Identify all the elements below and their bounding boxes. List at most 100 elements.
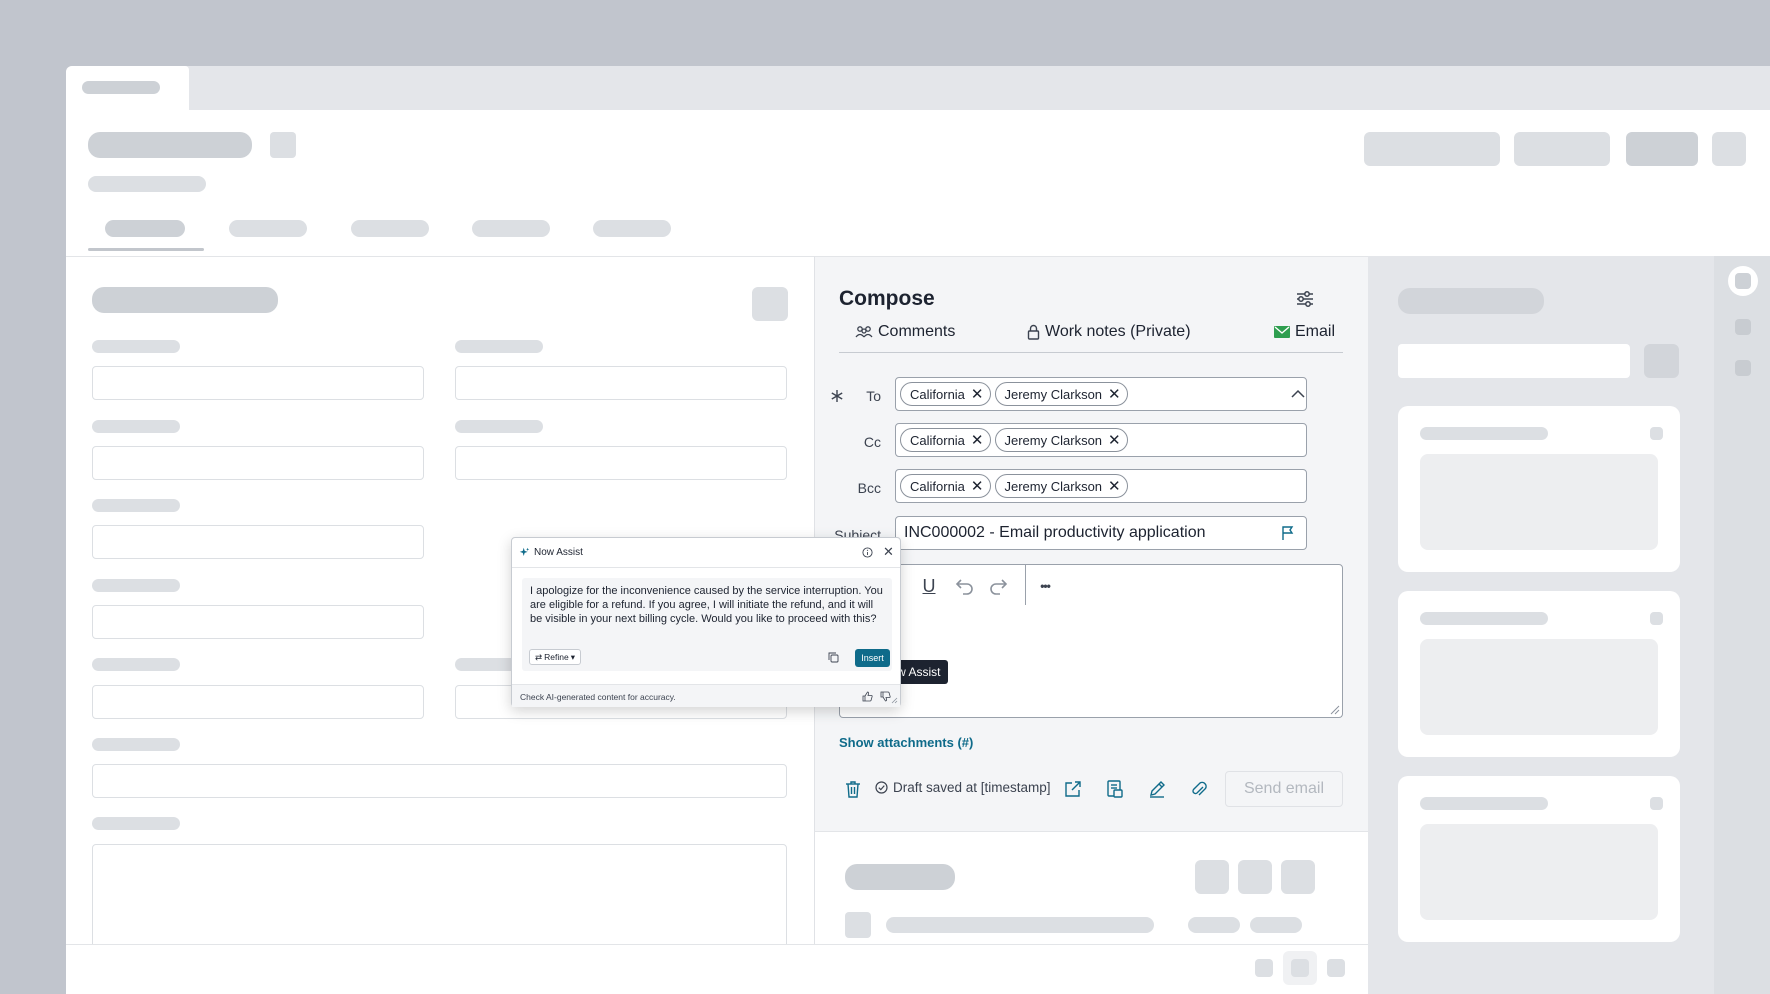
trash-icon[interactable]: [843, 779, 863, 799]
card-icon-placeholder: [1650, 612, 1663, 625]
refine-arrows-icon: ⇄: [535, 651, 543, 662]
rail-icon-placeholder[interactable]: [1735, 360, 1751, 376]
remove-chip-icon[interactable]: ✕: [971, 387, 984, 402]
rail-button-active[interactable]: [1728, 266, 1758, 296]
now-assist-header: Now Assist ✕: [512, 538, 900, 568]
remove-chip-icon[interactable]: ✕: [1108, 433, 1121, 448]
lock-icon: [1027, 324, 1040, 340]
active-tab-indicator: [88, 248, 204, 251]
tab-work-notes[interactable]: Work notes (Private): [1027, 323, 1191, 341]
record-title-placeholder: [88, 132, 252, 158]
footer-control-placeholder[interactable]: [1327, 959, 1345, 977]
app-frame: Compose Comments Work notes (Private) Em…: [66, 66, 1770, 994]
close-icon[interactable]: ✕: [883, 545, 894, 558]
record-tab-placeholder[interactable]: [351, 220, 429, 237]
tab-comments[interactable]: Comments: [855, 323, 955, 341]
info-icon[interactable]: [862, 547, 873, 558]
form-input-placeholder[interactable]: [92, 446, 424, 480]
draft-status-text: Draft saved at [timestamp]: [893, 780, 1051, 795]
now-assist-popup: Now Assist ✕ I apologize for the inconve…: [511, 537, 901, 707]
form-section-action-placeholder[interactable]: [752, 287, 788, 321]
record-tab-placeholder[interactable]: [593, 220, 671, 237]
sidebar-action-placeholder[interactable]: [1644, 344, 1679, 378]
flag-icon[interactable]: [1280, 525, 1296, 541]
form-input-placeholder[interactable]: [92, 366, 424, 400]
header-primary-button[interactable]: [1626, 132, 1698, 166]
compose-title: Compose: [839, 287, 935, 310]
rail-icon-placeholder: [1735, 273, 1751, 289]
template-icon[interactable]: [1105, 779, 1125, 799]
subject-input[interactable]: INC000002 - Email productivity applicati…: [895, 516, 1307, 550]
now-assist-suggestion: I apologize for the inconvenience caused…: [530, 585, 883, 625]
activity-meta-placeholder: [1188, 917, 1240, 933]
cc-chip-california[interactable]: California ✕: [900, 428, 991, 452]
form-textarea-placeholder[interactable]: [92, 844, 787, 954]
remove-chip-icon[interactable]: ✕: [1108, 479, 1121, 494]
activity-action-placeholder[interactable]: [1238, 860, 1272, 894]
remove-chip-icon[interactable]: ✕: [971, 479, 984, 494]
card-icon-placeholder: [1650, 797, 1663, 810]
tab-email[interactable]: Email: [1274, 323, 1335, 341]
form-input-placeholder[interactable]: [92, 685, 424, 719]
undo-icon[interactable]: [951, 573, 977, 599]
refine-label: Refine: [544, 652, 569, 662]
thumbs-up-icon[interactable]: [862, 691, 873, 702]
form-input-placeholder[interactable]: [92, 764, 787, 798]
card-body-placeholder: [1420, 824, 1658, 920]
tab-work-notes-label: Work notes (Private): [1045, 323, 1191, 340]
form-input-placeholder[interactable]: [92, 525, 424, 559]
bcc-label: Bcc: [857, 480, 881, 496]
header-more-button[interactable]: [1712, 132, 1746, 166]
form-input-placeholder[interactable]: [92, 605, 424, 639]
sidebar-card[interactable]: [1398, 591, 1680, 757]
compose-actions: Draft saved at [timestamp] Send email: [839, 771, 1343, 807]
footer-control-active[interactable]: [1283, 951, 1317, 985]
resize-handle-icon[interactable]: [1328, 703, 1340, 715]
send-email-button[interactable]: Send email: [1225, 771, 1343, 807]
field-label-placeholder: [92, 420, 180, 433]
rail-icon-placeholder[interactable]: [1735, 319, 1751, 335]
footer-control-placeholder[interactable]: [1255, 959, 1273, 977]
cc-chip-jeremy-clarkson[interactable]: Jeremy Clarkson ✕: [994, 428, 1128, 452]
show-attachments-link[interactable]: Show attachments (#): [839, 735, 973, 750]
resize-handle-icon[interactable]: [890, 696, 898, 704]
header-action-button[interactable]: [1364, 132, 1500, 166]
field-label-placeholder: [455, 420, 543, 433]
activity-action-placeholder[interactable]: [1195, 860, 1229, 894]
bcc-field[interactable]: California ✕ Jeremy Clarkson ✕: [895, 469, 1307, 503]
remove-chip-icon[interactable]: ✕: [971, 433, 984, 448]
active-tab[interactable]: [66, 66, 189, 110]
to-field[interactable]: California ✕ Jeremy Clarkson ✕: [895, 377, 1307, 411]
form-input-placeholder[interactable]: [455, 366, 787, 400]
settings-sliders-icon[interactable]: [1295, 290, 1315, 308]
more-options-button[interactable]: •••: [1032, 573, 1058, 599]
activity-action-placeholder[interactable]: [1281, 860, 1315, 894]
redo-icon[interactable]: [986, 573, 1012, 599]
header-action-button[interactable]: [1514, 132, 1610, 166]
form-input-placeholder[interactable]: [455, 446, 787, 480]
pop-out-icon[interactable]: [1063, 779, 1083, 799]
refine-dropdown[interactable]: ⇄ Refine ▾: [529, 649, 581, 665]
cc-field[interactable]: California ✕ Jeremy Clarkson ✕: [895, 423, 1307, 457]
remove-chip-icon[interactable]: ✕: [1108, 387, 1121, 402]
paperclip-icon[interactable]: [1189, 779, 1209, 799]
to-chip-california[interactable]: California ✕: [900, 382, 991, 406]
signature-icon[interactable]: [1147, 779, 1167, 799]
sidebar-search-placeholder[interactable]: [1398, 344, 1630, 378]
chevron-up-icon[interactable]: [1291, 389, 1305, 399]
record-tab-placeholder[interactable]: [105, 220, 185, 237]
card-title-placeholder: [1420, 797, 1548, 810]
to-chip-jeremy-clarkson[interactable]: Jeremy Clarkson ✕: [994, 382, 1128, 406]
sidebar-card[interactable]: [1398, 776, 1680, 942]
sidebar-card[interactable]: [1398, 406, 1680, 572]
copy-icon[interactable]: [828, 652, 839, 663]
bcc-chip-california[interactable]: California ✕: [900, 474, 991, 498]
record-tab-placeholder[interactable]: [472, 220, 550, 237]
underline-button[interactable]: U: [916, 573, 942, 599]
now-assist-title: Now Assist: [534, 547, 583, 558]
field-label-placeholder: [92, 340, 180, 353]
chip-label: Jeremy Clarkson: [1004, 432, 1103, 448]
record-tab-placeholder[interactable]: [229, 220, 307, 237]
insert-button[interactable]: Insert: [855, 649, 890, 667]
bcc-chip-jeremy-clarkson[interactable]: Jeremy Clarkson ✕: [994, 474, 1128, 498]
